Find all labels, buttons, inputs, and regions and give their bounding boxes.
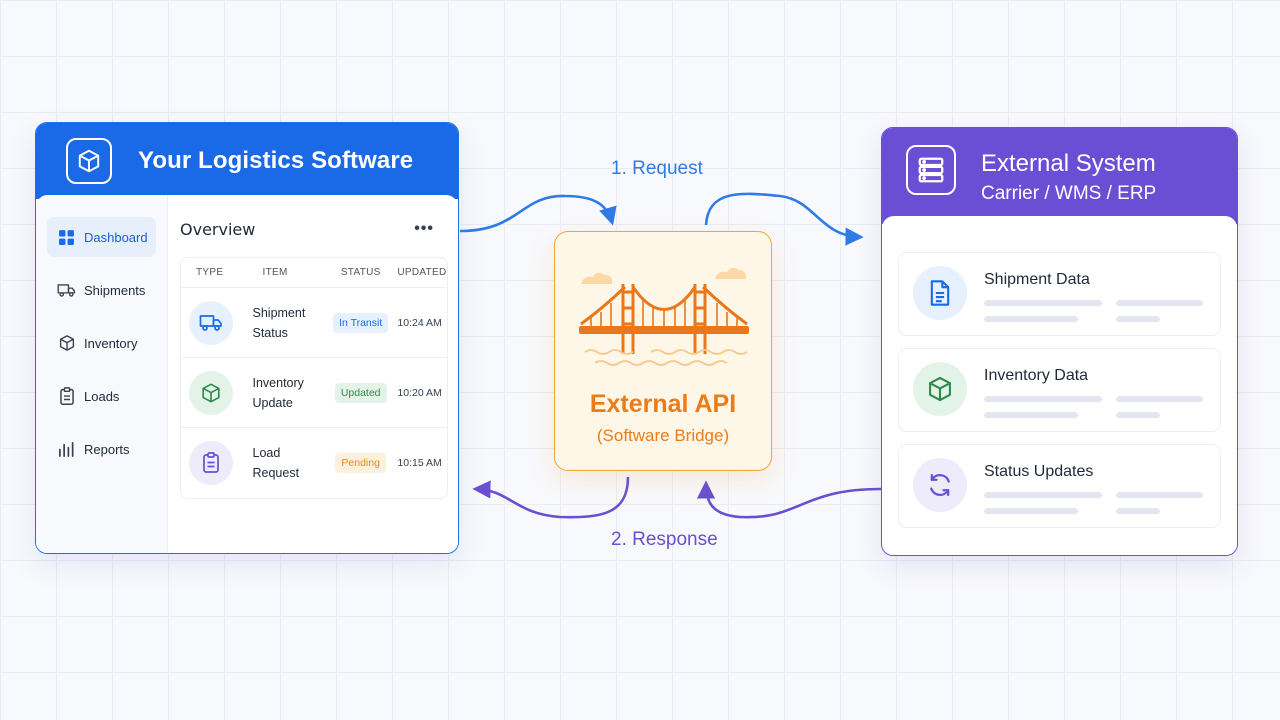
refresh-icon [913, 458, 967, 512]
sidebar: Dashboard Shipments Inventory Loads Repo… [36, 195, 168, 553]
request-arrow-in [459, 194, 617, 233]
more-options-button[interactable]: ••• [414, 220, 448, 238]
sidebar-item-shipments[interactable]: Shipments [47, 270, 156, 310]
box-icon [66, 138, 112, 184]
app-title: Your Logistics Software [138, 147, 414, 174]
updated-time: 10:24 AM [397, 316, 442, 329]
sidebar-item-label: Inventory [84, 335, 138, 351]
response-arrow-out [472, 476, 630, 519]
data-card-title: Status Updates [984, 463, 1094, 480]
sidebar-item-label: Dashboard [84, 229, 148, 245]
item-name: Status [252, 325, 288, 340]
grid-icon [57, 228, 76, 247]
column-header: STATUS [340, 267, 381, 278]
overview-panel: Overview ••• TYPE ITEM STATUS UPDATED Sh… [168, 195, 458, 553]
table-row[interactable]: Load Request Pending 10:15 AM [181, 428, 447, 498]
sidebar-item-label: Reports [84, 441, 130, 457]
sidebar-item-reports[interactable]: Reports [47, 429, 156, 469]
sidebar-item-label: Loads [84, 388, 120, 404]
data-card-title: Shipment Data [984, 271, 1090, 288]
clipboard-icon [57, 386, 76, 406]
server-icon [906, 145, 956, 195]
response-arrow-in [696, 480, 882, 519]
item-name: Request [252, 466, 300, 480]
bar-chart-icon [57, 440, 76, 459]
external-header: External System Carrier / WMS / ERP [882, 128, 1237, 224]
item-name: Shipment [252, 305, 306, 320]
sidebar-item-label: Shipments [84, 282, 146, 298]
logistics-software-panel: Your Logistics Software Dashboard Shipme… [35, 122, 459, 554]
item-name: Load [252, 446, 281, 460]
external-system-panel: External System Carrier / WMS / ERP Ship… [881, 127, 1238, 556]
external-subtitle: Carrier / WMS / ERP [981, 183, 1157, 204]
table-header: TYPE ITEM STATUS UPDATED [181, 258, 447, 288]
item-name: Update [252, 395, 293, 410]
column-header: TYPE [196, 267, 224, 278]
box-icon [57, 334, 76, 353]
truck-icon [57, 281, 76, 300]
status-badge: Pending [335, 453, 386, 473]
external-title: External System [981, 150, 1156, 177]
document-icon [913, 266, 967, 320]
bridge-icon [579, 267, 749, 366]
table-row[interactable]: Inventory Update Updated 10:20 AM [181, 358, 447, 428]
table-row[interactable]: Shipment Status In Transit 10:24 AM [181, 288, 447, 358]
updated-time: 10:20 AM [397, 386, 442, 399]
response-label: 2. Response [611, 529, 718, 550]
status-badge: In Transit [333, 312, 389, 333]
bridge-subtitle: (Software Bridge) [596, 426, 730, 445]
status-updates-card[interactable]: Status Updates [898, 444, 1221, 528]
sidebar-item-dashboard[interactable]: Dashboard [47, 217, 156, 257]
sidebar-item-loads[interactable]: Loads [47, 376, 156, 416]
truck-icon [189, 300, 233, 345]
inventory-data-card[interactable]: Inventory Data [898, 348, 1221, 432]
data-card-title: Inventory Data [984, 367, 1089, 384]
column-header: UPDATED [397, 267, 447, 278]
bridge-title: External API [589, 390, 737, 418]
sidebar-item-inventory[interactable]: Inventory [47, 323, 156, 363]
external-api-bridge: External API (Software Bridge) [554, 231, 772, 471]
box-icon [189, 370, 233, 415]
request-label: 1. Request [611, 158, 703, 179]
overview-title: Overview [180, 219, 256, 239]
status-badge: Updated [334, 382, 387, 403]
box-icon [913, 362, 967, 416]
overview-table: TYPE ITEM STATUS UPDATED Shipment Status [180, 257, 448, 499]
clipboard-icon [189, 441, 233, 485]
column-header: ITEM [262, 267, 288, 278]
item-name: Inventory [252, 375, 304, 390]
shipment-data-card[interactable]: Shipment Data [898, 252, 1221, 336]
updated-time: 10:15 AM [397, 457, 442, 469]
app-header: Your Logistics Software [36, 123, 458, 199]
